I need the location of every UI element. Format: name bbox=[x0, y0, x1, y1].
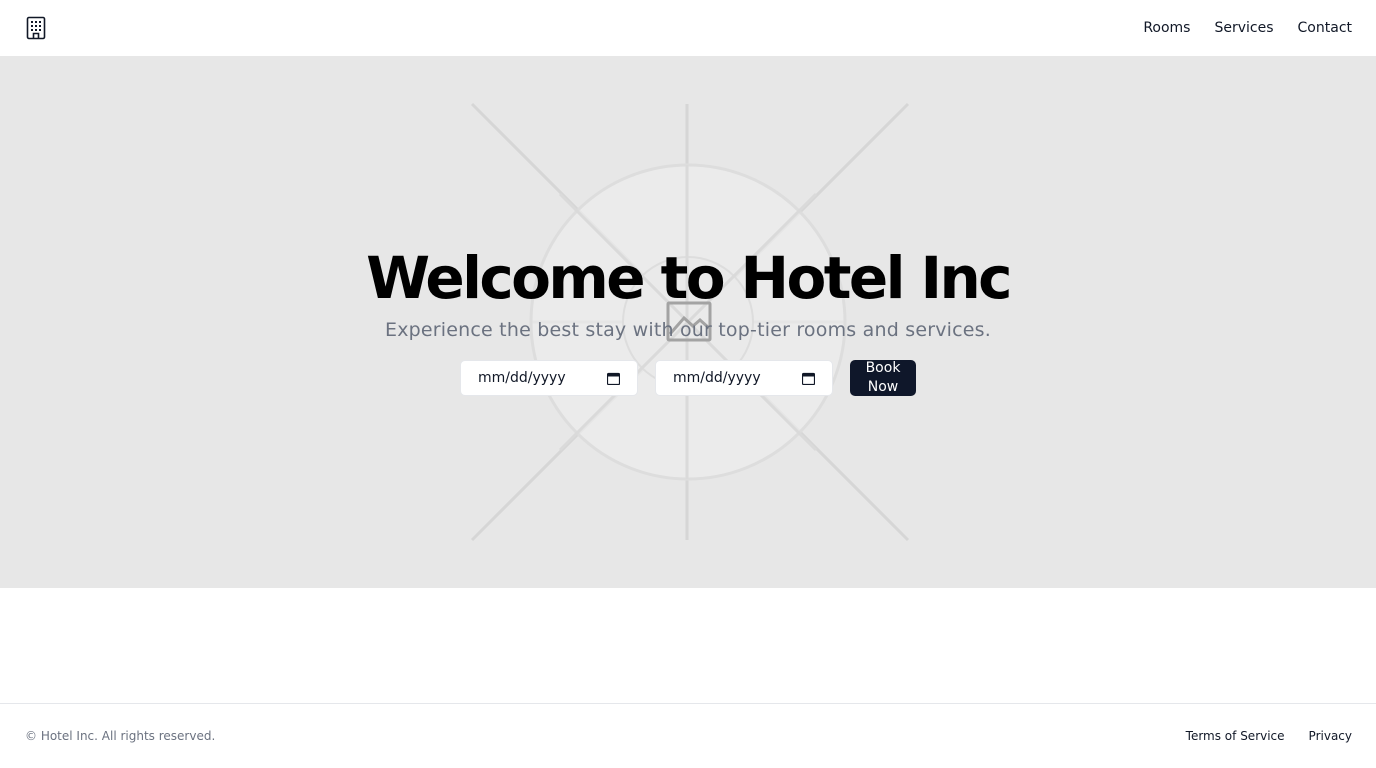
nav-link-contact[interactable]: Contact bbox=[1298, 20, 1352, 36]
checkin-date-placeholder: mm/dd/yyyy bbox=[478, 370, 566, 386]
site-footer: © Hotel Inc. All rights reserved. Terms … bbox=[0, 703, 1376, 768]
hero-section: Welcome to Hotel Inc Experience the best… bbox=[0, 56, 1376, 588]
nav-link-services[interactable]: Services bbox=[1214, 20, 1273, 36]
footer-link-terms[interactable]: Terms of Service bbox=[1186, 729, 1285, 743]
calendar-icon[interactable] bbox=[802, 372, 815, 385]
site-header: Rooms Services Contact bbox=[0, 0, 1376, 56]
checkout-date-placeholder: mm/dd/yyyy bbox=[673, 370, 761, 386]
main-nav: Rooms Services Contact bbox=[1143, 20, 1352, 36]
nav-link-rooms[interactable]: Rooms bbox=[1143, 20, 1190, 36]
book-now-button[interactable]: Book Now bbox=[850, 360, 916, 396]
footer-links: Terms of Service Privacy bbox=[1186, 729, 1352, 743]
hero-title: Welcome to Hotel Inc bbox=[366, 244, 1012, 312]
booking-form: mm/dd/yyyy mm/dd/yyyy Book Now bbox=[460, 360, 916, 396]
checkin-date-input[interactable]: mm/dd/yyyy bbox=[460, 360, 638, 396]
copyright-text: © Hotel Inc. All rights reserved. bbox=[25, 729, 216, 743]
calendar-icon[interactable] bbox=[607, 372, 620, 385]
checkout-date-input[interactable]: mm/dd/yyyy bbox=[655, 360, 833, 396]
hero-content: Welcome to Hotel Inc Experience the best… bbox=[0, 56, 1376, 588]
footer-link-privacy[interactable]: Privacy bbox=[1309, 729, 1352, 743]
hero-subtitle: Experience the best stay with our top-ti… bbox=[384, 319, 992, 341]
building-icon[interactable] bbox=[26, 16, 46, 40]
